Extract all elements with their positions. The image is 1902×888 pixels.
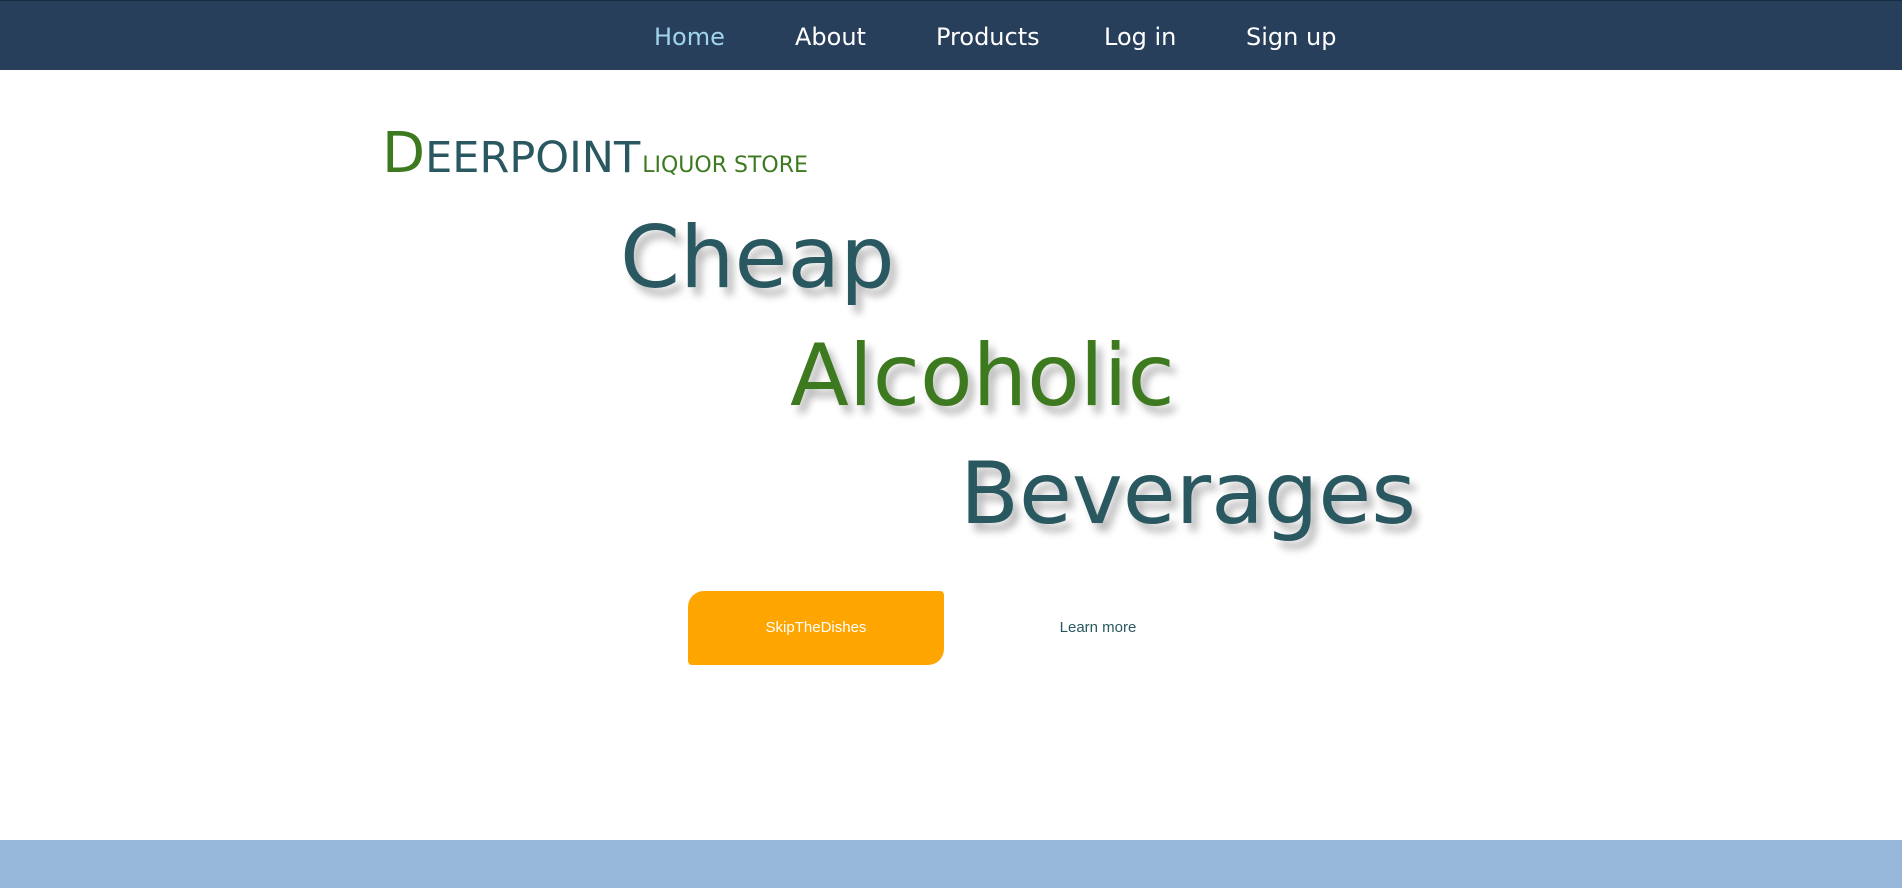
logo-subtitle: LIQUOR STORE	[642, 153, 808, 178]
hero-word-beverages: Beverages	[960, 444, 1417, 544]
hero-word-alcoholic: Alcoholic	[790, 326, 1175, 426]
nav-link-signup[interactable]: Sign up	[1246, 1, 1336, 71]
nav-link-home[interactable]: Home	[654, 1, 725, 71]
logo-name: EERPOINT	[425, 133, 641, 183]
nav-link-products[interactable]: Products	[936, 1, 1040, 71]
top-navbar: Home About Products Log in Sign up	[0, 0, 1902, 70]
learn-more-link[interactable]: Learn more	[1020, 591, 1176, 665]
hero-word-cheap: Cheap	[620, 208, 895, 308]
footer-band	[0, 840, 1902, 888]
store-logo: DEERPOINTLIQUOR STORE	[382, 118, 808, 190]
skipthedishes-button[interactable]: SkipTheDishes	[688, 591, 944, 665]
nav-link-about[interactable]: About	[795, 1, 866, 71]
logo-initial: D	[382, 121, 426, 186]
nav-link-login[interactable]: Log in	[1104, 1, 1176, 71]
